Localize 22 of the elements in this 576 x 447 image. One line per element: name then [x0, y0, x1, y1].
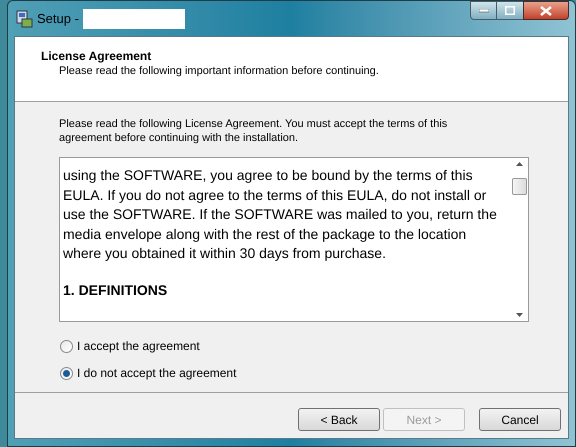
dialog-button[interactable]: Cancel	[479, 408, 561, 431]
scroll-down-arrow-icon[interactable]	[516, 313, 523, 317]
page-subtitle: Please read the following important information before continuing.	[58, 64, 380, 79]
minimize-button[interactable]	[470, 1, 497, 20]
page-title: License Agreement	[41, 48, 152, 64]
radio-button[interactable]	[60, 340, 73, 352]
dialog-button[interactable]: < Back	[298, 408, 380, 431]
radio-label[interactable]: I accept the agreement	[77, 337, 200, 355]
close-button[interactable]	[523, 1, 569, 20]
scroll-up-arrow-icon[interactable]	[516, 162, 523, 166]
radio-button[interactable]	[60, 366, 73, 380]
window-title: Setup -	[37, 10, 79, 28]
maximize-button[interactable]	[497, 1, 523, 20]
installer-icon	[15, 10, 33, 28]
section-heading: 1. DEFINITIONS	[63, 280, 168, 300]
maximize-icon	[505, 6, 515, 15]
license-paragraph: using the SOFTWARE, you agree to be bound by the terms of this EULA. If you do not agree to the terms of this EULA, do not install or use the SOFTWARE. If the SOFTWARE was mailed to you, return the media envelope along with the rest of the package to the location where you obtained it within 30 days from purchase.	[63, 166, 498, 264]
instructions-text: Please read the following License Agreement. You must accept the terms of this agreement before continuing with the installation.	[59, 117, 448, 145]
scroll-thumb[interactable]	[512, 178, 527, 195]
close-icon	[540, 6, 552, 16]
minimize-icon	[478, 8, 488, 12]
radio-label[interactable]: I do not accept the agreement	[77, 364, 236, 382]
